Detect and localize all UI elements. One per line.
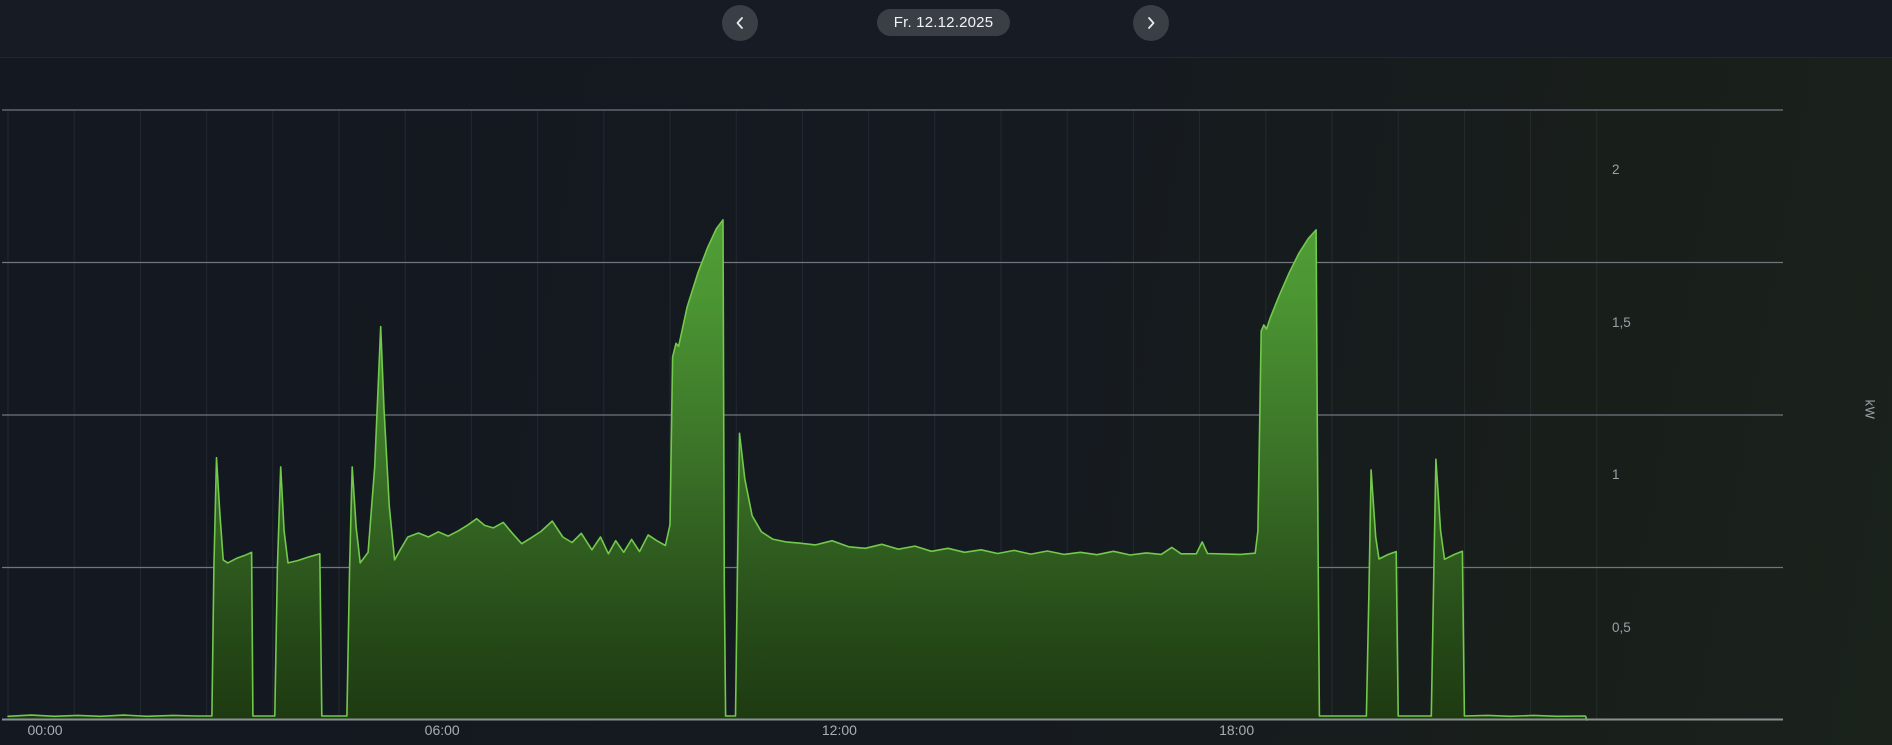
x-axis-tick-label: 12:00 <box>822 722 857 738</box>
y-axis-tick-label: 0,5 <box>1612 620 1631 635</box>
chevron-left-icon <box>732 15 748 31</box>
date-navigation-bar: Fr. 12.12.2025 <box>0 0 1892 58</box>
next-day-button[interactable] <box>1133 5 1169 41</box>
x-axis-tick-label: 00:00 <box>27 722 62 738</box>
y-axis-unit-label: kW <box>1862 400 1877 420</box>
date-display[interactable]: Fr. 12.12.2025 <box>877 9 1010 36</box>
previous-day-button[interactable] <box>722 5 758 41</box>
chevron-right-icon <box>1143 15 1159 31</box>
power-day-chart[interactable]: 00:00 06:00 12:00 18:00 2 1,5 1 0,5 kW <box>0 0 1892 745</box>
x-axis-tick-label: 06:00 <box>425 722 460 738</box>
date-label: Fr. 12.12.2025 <box>894 14 994 31</box>
y-axis-tick-label: 1 <box>1612 467 1620 482</box>
power-area-chart-canvas[interactable] <box>0 0 1892 745</box>
x-axis-tick-label: 18:00 <box>1219 722 1254 738</box>
y-axis-tick-label: 2 <box>1612 162 1620 177</box>
y-axis-tick-label: 1,5 <box>1612 315 1631 330</box>
